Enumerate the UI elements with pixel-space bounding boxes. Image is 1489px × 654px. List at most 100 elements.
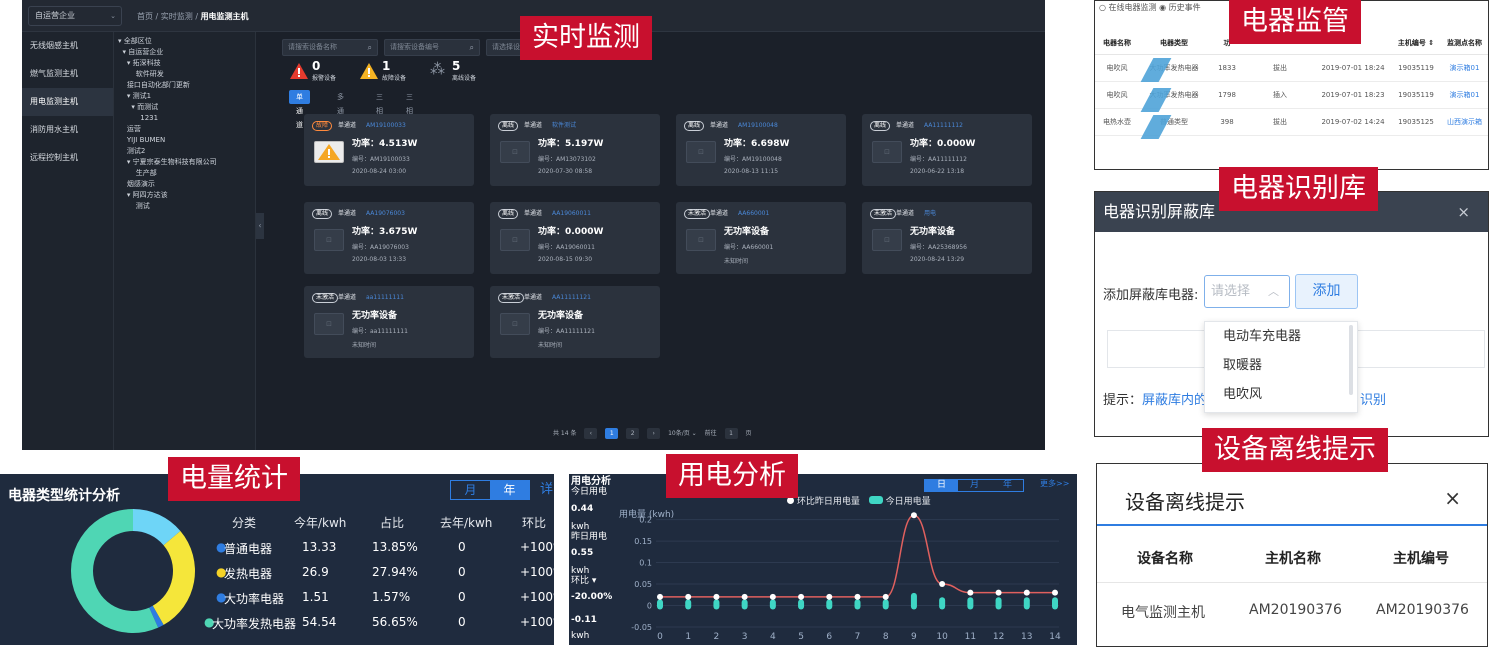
today-usage-bar[interactable] (713, 599, 720, 610)
today-usage-bar[interactable] (798, 599, 805, 610)
device-card[interactable]: 离线 单通道 AA11111112 ⊡ 功率：0.000W 编号：AA11111112 20… (862, 114, 1032, 186)
yesterday-usage-point[interactable] (1023, 589, 1030, 596)
breadcrumb-mid[interactable]: 实时监测 (161, 12, 193, 21)
yesterday-usage-point[interactable] (741, 593, 748, 600)
yesterday-usage-point[interactable] (910, 512, 917, 519)
add-button[interactable]: 添加 (1295, 274, 1358, 309)
tree-node[interactable]: YIJI BUMEN (114, 135, 255, 146)
tree-node[interactable]: ▾ 全部区位 (114, 36, 255, 47)
yesterday-usage-point[interactable] (685, 593, 692, 600)
pager-goto-input[interactable]: 1 (724, 428, 738, 439)
yesterday-usage-point[interactable] (769, 593, 776, 600)
device-card[interactable]: 未激活 单通道 aa11111111 ⊡ 无功率设备 编号：aa11111111 未知时间 (304, 286, 474, 358)
today-usage-bar[interactable] (1052, 597, 1058, 610)
tab-three-phase[interactable]: 三相 (369, 90, 390, 115)
company-select[interactable]: 自运营企业 ⌄ (28, 6, 122, 26)
today-usage-bar[interactable] (769, 599, 776, 610)
toggle-year[interactable]: 年 (490, 481, 529, 499)
today-usage-bar[interactable] (967, 597, 974, 610)
nav-item-power[interactable]: 用电监测主机 (22, 88, 113, 116)
tree-node[interactable]: 1231 (114, 113, 255, 124)
device-no-search[interactable]: 请搜索设备编号 ⌕ (384, 39, 480, 56)
device-id[interactable]: 软件测试 (552, 121, 576, 131)
yesterday-usage-point[interactable] (854, 593, 861, 600)
table-header-cell[interactable]: 主机编号 ⇕ (1391, 32, 1441, 55)
today-usage-bar[interactable] (882, 599, 889, 610)
tree-node[interactable]: ▾ 测试1 (114, 91, 255, 102)
device-id[interactable]: AA660001 (738, 209, 769, 219)
ratio-label[interactable]: 环比 ▾ (571, 576, 596, 586)
tab-single-channel[interactable]: 单通道 (289, 90, 310, 129)
device-id[interactable]: AM19100033 (366, 121, 406, 131)
device-card[interactable]: 离线 单通道 软件测试 ⊡ 功率：5.197W 编号：AM13073102 2020-07-… (490, 114, 660, 186)
today-usage-bar[interactable] (939, 597, 946, 610)
nav-item-water[interactable]: 消防用水主机 (22, 116, 113, 144)
device-name-search[interactable]: 请搜索设备名称 ⌕ (282, 39, 378, 56)
dropdown-scrollbar[interactable] (1349, 325, 1353, 395)
tree-node[interactable]: 接口自动化部门更新 (114, 80, 255, 91)
pager-page-2[interactable]: 2 (626, 428, 640, 439)
today-usage-bar[interactable] (657, 599, 663, 610)
tab-three-phase-meter[interactable]: 三相计量 (399, 90, 420, 143)
nav-item-smoke[interactable]: 无线烟感主机 (22, 32, 113, 60)
today-usage-bar[interactable] (826, 599, 833, 610)
pager-next-button[interactable]: › (647, 428, 661, 439)
dropdown-option-heater[interactable]: 取暖器 (1205, 351, 1357, 380)
yesterday-usage-point[interactable] (713, 593, 720, 600)
tree-node[interactable]: ▾ 宁夏宗泰生物科技有限公司 (114, 157, 255, 168)
table-cell[interactable]: 演示箱01 (1441, 54, 1488, 82)
today-usage-bar[interactable] (995, 597, 1002, 610)
device-id[interactable]: aa11111111 (366, 293, 404, 303)
tree-node[interactable]: 测试 (114, 201, 255, 212)
device-id[interactable]: AA19076003 (366, 209, 405, 219)
device-id[interactable]: AA11111112 (924, 121, 963, 131)
appliance-select[interactable]: 请选择 ︿ (1204, 275, 1290, 308)
yesterday-usage-point[interactable] (967, 589, 974, 596)
tree-node[interactable]: ▾ 自运营企业 (114, 47, 255, 58)
pager-size-select[interactable]: 10条/页 ⌄ (668, 428, 697, 437)
search-icon[interactable]: ⌕ (368, 40, 372, 55)
tip-link[interactable]: 屏蔽库内的 (1142, 393, 1207, 408)
today-usage-bar[interactable] (1023, 597, 1030, 610)
tree-node[interactable]: 测试2 (114, 146, 255, 157)
yesterday-usage-point[interactable] (826, 593, 833, 600)
tab-multi-channel[interactable]: 多通道 (330, 90, 351, 129)
yesterday-usage-point[interactable] (939, 581, 946, 588)
toggle-month[interactable]: 月 (451, 481, 490, 499)
tree-node[interactable]: 生产部 (114, 168, 255, 179)
device-card[interactable]: 离线 单通道 AM19100048 ⊡ 功率：6.698W 编号：AM19100048 20… (676, 114, 846, 186)
tree-node[interactable]: 运营 (114, 124, 255, 135)
details-link[interactable]: 详 (540, 478, 553, 497)
device-card[interactable]: 未激活 单通道 AA660001 ⊡ 无功率设备 编号：AA660001 未知时间 (676, 202, 846, 274)
breadcrumb-home[interactable]: 首页 (137, 12, 153, 21)
more-link[interactable]: 更多>> (1040, 478, 1069, 489)
tree-node[interactable]: ▾ 拓深科技 (114, 58, 255, 69)
yesterday-usage-point[interactable] (657, 593, 663, 600)
device-card[interactable]: 离线 单通道 AA19076003 ⊡ 功率：3.675W 编号：AA19076003 20… (304, 202, 474, 274)
today-usage-bar[interactable] (741, 599, 748, 610)
collapse-handle[interactable]: ‹ (256, 213, 264, 239)
tree-node[interactable]: ▾ 阿四方达该 (114, 190, 255, 201)
device-id[interactable]: AA11111121 (552, 293, 591, 303)
toggle-month[interactable]: 月 (958, 480, 991, 491)
toggle-day[interactable]: 日 (925, 480, 958, 491)
device-id[interactable]: 用电 (924, 209, 936, 219)
pager-page-1[interactable]: 1 (605, 428, 619, 439)
device-card[interactable]: 未激活 单通道 用电 ⊡ 无功率设备 编号：AA25368956 2020-08-24 13… (862, 202, 1032, 274)
device-id[interactable]: AM19100048 (738, 121, 778, 131)
today-usage-bar[interactable] (910, 592, 917, 610)
table-cell[interactable]: 演示箱01 (1441, 81, 1488, 109)
yesterday-usage-point[interactable] (798, 593, 805, 600)
device-id[interactable]: AA19060011 (552, 209, 591, 219)
close-icon[interactable]: × (1444, 486, 1461, 510)
dropdown-option-ev-charger[interactable]: 电动车充电器 (1205, 322, 1357, 351)
tree-node[interactable]: ▾ 而测试 (114, 102, 255, 113)
today-usage-bar[interactable] (685, 599, 692, 610)
toggle-year[interactable]: 年 (991, 480, 1024, 491)
dropdown-option-hair-dryer[interactable]: 电吹风 (1205, 380, 1357, 409)
nav-item-gas[interactable]: 燃气监测主机 (22, 60, 113, 88)
today-usage-bar[interactable] (854, 599, 861, 610)
tree-node[interactable]: 软件研发 (114, 69, 255, 80)
event-filter[interactable]: ○ 在线电器监测 ◉ 历史事件 (1099, 2, 1201, 13)
pager-prev-button[interactable]: ‹ (584, 428, 598, 439)
